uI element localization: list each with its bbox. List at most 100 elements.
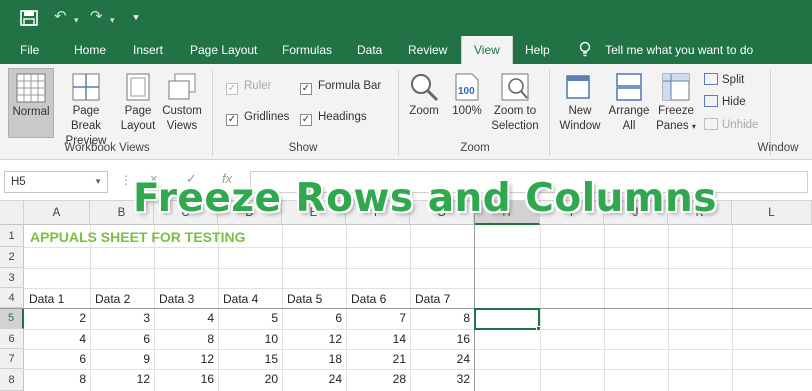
tab-review[interactable]: Review [408, 36, 447, 64]
gridline [24, 247, 812, 248]
zoom-100-button[interactable]: 100 100% [448, 72, 486, 119]
active-cell-h5[interactable] [474, 308, 540, 330]
tab-data[interactable]: Data [357, 36, 382, 64]
data-cell[interactable]: 21 [346, 352, 406, 366]
tab-page-layout[interactable]: Page Layout [190, 36, 257, 64]
zoom-label: Zoom [409, 105, 439, 117]
data-cell[interactable]: 24 [282, 372, 342, 386]
data-cell[interactable]: 7 [346, 311, 406, 325]
gridlines-checkbox[interactable]: ✓ Gridlines [226, 111, 289, 126]
sheet-title-cell[interactable]: APPUALS SHEET FOR TESTING [30, 229, 245, 245]
row-header-4[interactable]: 4 [0, 288, 24, 308]
header-cell[interactable]: Data 1 [29, 292, 64, 306]
data-cell[interactable]: 12 [90, 372, 150, 386]
zoom-to-selection-icon [501, 73, 529, 101]
data-cell[interactable]: 12 [282, 332, 342, 346]
arrange-all-icon [616, 73, 642, 101]
split-button[interactable]: Split [704, 73, 744, 86]
gridline [24, 369, 812, 370]
row-header-5[interactable]: 5 [0, 308, 24, 329]
normal-view-label: Normal [12, 106, 50, 118]
formula-bar-check-icon: ✓ [300, 83, 312, 95]
tab-formulas[interactable]: Formulas [282, 36, 332, 64]
tab-file[interactable]: File [20, 36, 39, 64]
tab-insert[interactable]: Insert [133, 36, 163, 64]
header-cell[interactable]: Data 5 [287, 292, 322, 306]
ribbon-tabs: File Home Insert Page Layout Formulas Da… [0, 36, 812, 66]
arrange-all-button[interactable]: Arrange All [606, 72, 652, 134]
tab-home[interactable]: Home [74, 36, 106, 64]
data-cell[interactable]: 28 [346, 372, 406, 386]
row-header-3[interactable]: 3 [0, 268, 24, 288]
tab-help[interactable]: Help [525, 36, 550, 64]
data-cell[interactable]: 20 [218, 372, 278, 386]
worksheet-grid[interactable]: A B C D E F G H I J K L 1 2 3 4 5 6 7 8 … [0, 201, 812, 391]
data-cell[interactable]: 32 [410, 372, 470, 386]
page-layout-view-button[interactable]: Page Layout [118, 72, 158, 134]
undo-icon[interactable]: ↶ [54, 6, 67, 28]
normal-view-button[interactable]: Normal [8, 68, 54, 138]
data-cell[interactable]: 6 [24, 352, 86, 366]
data-cell[interactable]: 24 [410, 352, 470, 366]
data-cell[interactable]: 6 [282, 311, 342, 325]
row-header-6[interactable]: 6 [0, 329, 24, 349]
row-header-8[interactable]: 8 [0, 369, 24, 391]
unhide-button[interactable]: Unhide [704, 118, 758, 131]
data-cell[interactable]: 8 [154, 332, 214, 346]
split-label: Split [722, 74, 745, 86]
fill-handle[interactable] [536, 326, 541, 331]
data-cell[interactable]: 16 [154, 372, 214, 386]
data-cell[interactable]: 8 [24, 372, 86, 386]
new-window-button[interactable]: New Window [556, 72, 604, 134]
data-cell[interactable]: 14 [346, 332, 406, 346]
formula-bar-checkbox[interactable]: ✓ Formula Bar [300, 80, 381, 95]
group-label-show: Show [288, 142, 318, 154]
hide-label: Hide [722, 96, 746, 108]
data-cell[interactable]: 8 [410, 311, 470, 325]
arrange-label-1: Arrange [608, 105, 650, 117]
header-cell[interactable]: Data 2 [95, 292, 130, 306]
row-header-2[interactable]: 2 [0, 247, 24, 268]
redo-icon[interactable]: ↷ [90, 6, 103, 28]
save-icon[interactable] [20, 10, 38, 26]
data-cell[interactable]: 15 [218, 352, 278, 366]
header-cell[interactable]: Data 3 [159, 292, 194, 306]
undo-dropdown-icon[interactable]: ▾ [74, 9, 79, 31]
page-break-preview-button[interactable]: Page Break Preview [56, 72, 116, 149]
gridline [24, 349, 812, 350]
data-cell[interactable]: 5 [218, 311, 278, 325]
headline-overlay: Freeze Rows and Columns [133, 176, 717, 221]
header-cell[interactable]: Data 4 [223, 292, 258, 306]
data-cell[interactable]: 3 [90, 311, 150, 325]
data-cell[interactable]: 2 [24, 311, 86, 325]
zoom-100-icon: 100 [455, 73, 479, 101]
data-cell[interactable]: 18 [282, 352, 342, 366]
tab-view[interactable]: View [461, 36, 513, 66]
hide-button[interactable]: Hide [704, 95, 746, 108]
page-break-label-1: Page Break [70, 105, 102, 132]
group-label-zoom: Zoom [460, 142, 490, 154]
data-cell[interactable]: 12 [154, 352, 214, 366]
headings-checkbox[interactable]: ✓ Headings [300, 111, 367, 126]
redo-dropdown-icon[interactable]: ▾ [110, 9, 115, 31]
unhide-label: Unhide [722, 119, 759, 131]
customize-toolbar-icon[interactable]: ⯆ [132, 8, 140, 30]
row-header-7[interactable]: 7 [0, 349, 24, 369]
normal-view-icon [16, 73, 46, 103]
data-cell[interactable]: 9 [90, 352, 150, 366]
data-cell[interactable]: 4 [154, 311, 214, 325]
freeze-panes-button[interactable]: Freeze Panes ▾ [654, 72, 698, 134]
new-window-label-1: New [568, 105, 592, 117]
zoom-button[interactable]: Zoom [404, 72, 444, 119]
header-cell[interactable]: Data 6 [351, 292, 386, 306]
data-cell[interactable]: 10 [218, 332, 278, 346]
data-cell[interactable]: 6 [90, 332, 150, 346]
custom-views-button[interactable]: Custom Views [160, 72, 204, 134]
ruler-checkbox[interactable]: ✓ Ruler [226, 80, 271, 95]
row-header-1[interactable]: 1 [0, 225, 24, 247]
zoom-to-selection-button[interactable]: Zoom to Selection [488, 72, 542, 134]
data-cell[interactable]: 4 [24, 332, 86, 346]
tell-me-search[interactable]: Tell me what you want to do [578, 36, 753, 64]
header-cell[interactable]: Data 7 [415, 292, 450, 306]
data-cell[interactable]: 16 [410, 332, 470, 346]
